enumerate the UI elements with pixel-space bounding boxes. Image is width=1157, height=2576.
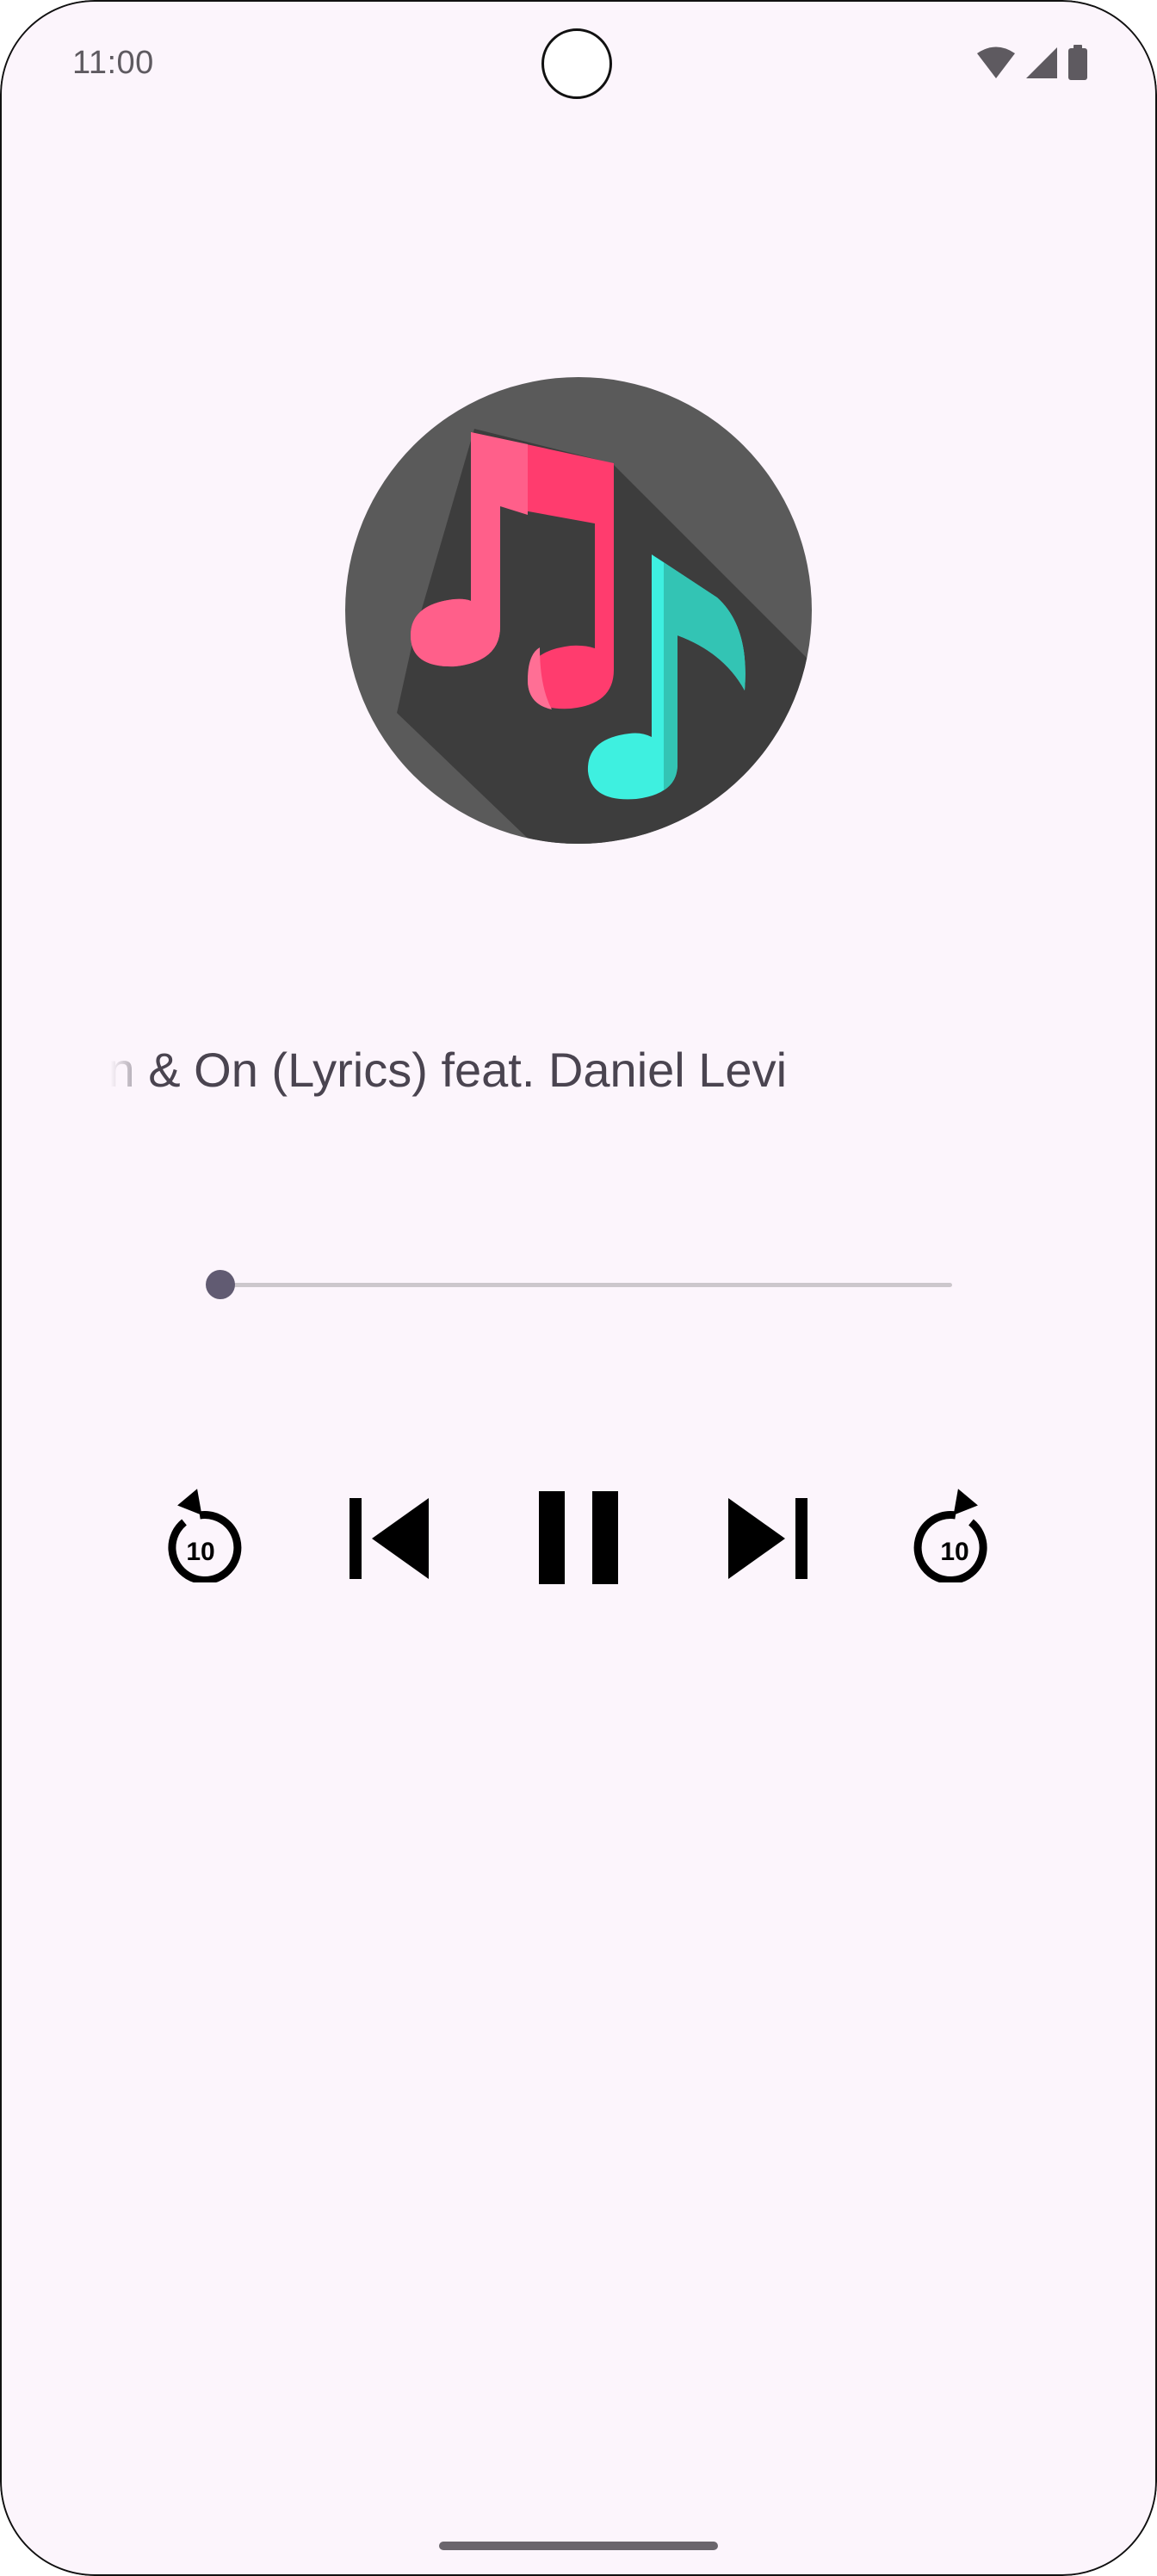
track-title: On & On (Lyrics) feat. Daniel Levi <box>110 1040 833 1100</box>
seek-thumb[interactable] <box>206 1270 235 1299</box>
phone-screen: 11:00 On & On (Lyrics) feat. Daniel Levi… <box>0 0 1157 2576</box>
status-time: 11:00 <box>72 45 154 81</box>
seek-slider[interactable] <box>206 1262 952 1307</box>
forward-10-button[interactable]: 10 <box>911 1477 1000 1582</box>
seek-track <box>220 1283 952 1287</box>
status-icons <box>976 45 1088 81</box>
skip-next-button[interactable] <box>725 1495 813 1582</box>
skip-next-icon <box>728 1498 807 1579</box>
album-art <box>345 377 812 844</box>
pause-button[interactable] <box>535 1489 622 1586</box>
forward-10-label: 10 <box>940 1538 968 1566</box>
camera-cutout <box>541 28 612 99</box>
signal-icon <box>1024 46 1059 80</box>
wifi-icon <box>976 46 1016 80</box>
home-indicator[interactable] <box>439 2542 718 2550</box>
skip-previous-icon <box>350 1498 429 1579</box>
track-title-text: On & On (Lyrics) feat. Daniel Levi <box>110 1043 788 1097</box>
skip-previous-button[interactable] <box>344 1495 432 1582</box>
replay-10-label: 10 <box>186 1538 214 1566</box>
title-fade <box>110 1040 145 1100</box>
replay-10-icon: 10 <box>168 1489 242 1582</box>
replay-10-button[interactable]: 10 <box>155 1477 244 1582</box>
forward-10-icon: 10 <box>913 1489 987 1582</box>
battery-icon <box>1067 45 1088 81</box>
pause-icon <box>539 1491 618 1584</box>
